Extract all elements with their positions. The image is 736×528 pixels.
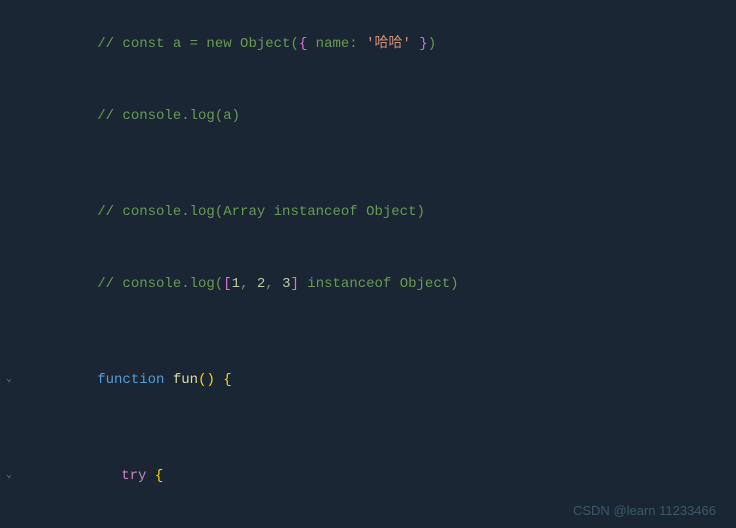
watermark: CSDN @learn 11233466 xyxy=(573,503,716,518)
code-line xyxy=(0,152,736,176)
fold-indicator[interactable]: ⌄ xyxy=(0,464,18,488)
line-content xyxy=(22,320,736,344)
fold-indicator[interactable]: ⌄ xyxy=(0,368,18,392)
line-content: // const a = new Object({ name: '哈哈' }) xyxy=(22,8,736,80)
code-line: // console.log(Array instanceof Object) xyxy=(0,176,736,248)
code-content: // const a = new Object({ name: '哈哈' }) … xyxy=(0,0,736,528)
line-content: // console.log(a) xyxy=(22,80,736,152)
line-content: // console.log([1, 2, 3] instanceof Obje… xyxy=(22,248,736,320)
line-content: function fun() { xyxy=(22,344,736,416)
code-line xyxy=(0,416,736,440)
code-line: // const a = new Object({ name: '哈哈' }) xyxy=(0,8,736,80)
code-line: ⌄ try { xyxy=(0,440,736,512)
code-line: ⌄ function fun() { xyxy=(0,344,736,416)
line-content xyxy=(22,416,736,440)
code-line xyxy=(0,320,736,344)
line-content: // console.log(Array instanceof Object) xyxy=(22,176,736,248)
code-line: // console.log(a) xyxy=(0,80,736,152)
code-line: // console.log([1, 2, 3] instanceof Obje… xyxy=(0,248,736,320)
line-content xyxy=(22,152,736,176)
code-editor: // const a = new Object({ name: '哈哈' }) … xyxy=(0,0,736,528)
line-content: try { xyxy=(22,440,736,512)
